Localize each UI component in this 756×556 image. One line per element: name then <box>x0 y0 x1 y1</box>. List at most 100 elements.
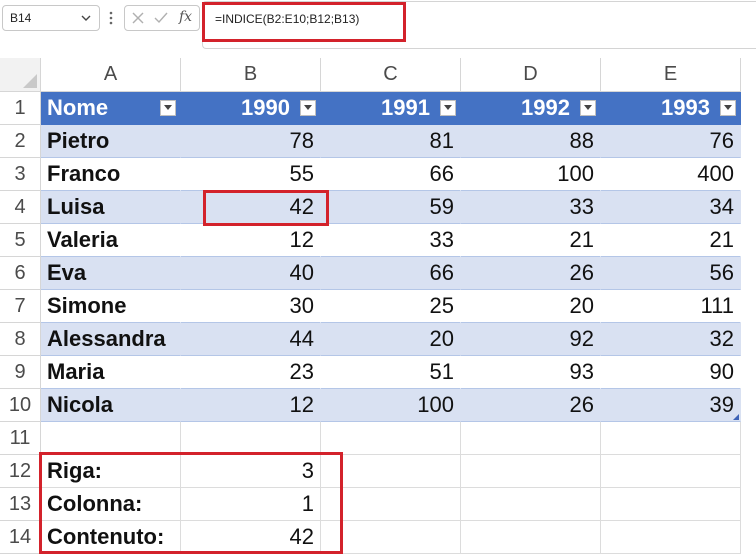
cell-b5[interactable]: 12 <box>181 224 321 257</box>
more-options-icon[interactable] <box>108 8 114 28</box>
cell-c12[interactable] <box>321 455 461 488</box>
cell-d9[interactable]: 93 <box>461 356 601 389</box>
row-header-10[interactable]: 10 <box>0 389 41 422</box>
filter-dropdown-icon[interactable] <box>160 100 176 116</box>
filter-dropdown-icon[interactable] <box>440 100 456 116</box>
cell-d6[interactable]: 26 <box>461 257 601 290</box>
cell-e3[interactable]: 400 <box>601 158 741 191</box>
cell-e12[interactable] <box>601 455 741 488</box>
cell-c13[interactable] <box>321 488 461 521</box>
cell-c7[interactable]: 25 <box>321 290 461 323</box>
cell-c9[interactable]: 51 <box>321 356 461 389</box>
cell-d7[interactable]: 20 <box>461 290 601 323</box>
row-header-2[interactable]: 2 <box>0 125 41 158</box>
cell-e7[interactable]: 111 <box>601 290 741 323</box>
cell-e5[interactable]: 21 <box>601 224 741 257</box>
cell-e13[interactable] <box>601 488 741 521</box>
cell-b4[interactable]: 42 <box>181 191 321 224</box>
column-header-c[interactable]: C <box>321 58 461 92</box>
table-header-cell[interactable]: 1993 <box>601 92 741 125</box>
table-header-cell[interactable]: Nome <box>41 92 181 125</box>
insert-function-icon[interactable]: fx <box>179 9 192 25</box>
cell-d13[interactable] <box>461 488 601 521</box>
cell-e6[interactable]: 56 <box>601 257 741 290</box>
table-resize-handle[interactable] <box>733 414 739 420</box>
cell-a7[interactable]: Simone <box>41 290 181 323</box>
cell-c3[interactable]: 66 <box>321 158 461 191</box>
table-header-cell[interactable]: 1992 <box>461 92 601 125</box>
enter-check-icon[interactable] <box>153 11 169 25</box>
row-header-5[interactable]: 5 <box>0 224 41 257</box>
cell-e10[interactable]: 39 <box>601 389 741 422</box>
column-header-e[interactable]: E <box>601 58 741 92</box>
cell-a8[interactable]: Alessandra <box>41 323 181 356</box>
cell-d14[interactable] <box>461 521 601 554</box>
cell-a14[interactable]: Contenuto: <box>41 521 181 554</box>
cell-a4[interactable]: Luisa <box>41 191 181 224</box>
row-header-12[interactable]: 12 <box>0 455 41 488</box>
name-box[interactable]: B14 <box>2 5 100 31</box>
cell-a9[interactable]: Maria <box>41 356 181 389</box>
column-header-b[interactable]: B <box>181 58 321 92</box>
cell-a2[interactable]: Pietro <box>41 125 181 158</box>
cell-a11[interactable] <box>41 422 181 455</box>
cell-a3[interactable]: Franco <box>41 158 181 191</box>
cell-d3[interactable]: 100 <box>461 158 601 191</box>
row-header-14[interactable]: 14 <box>0 521 41 554</box>
cell-c6[interactable]: 66 <box>321 257 461 290</box>
cell-d4[interactable]: 33 <box>461 191 601 224</box>
table-header-cell[interactable]: 1991 <box>321 92 461 125</box>
row-header-11[interactable]: 11 <box>0 422 41 455</box>
cell-e2[interactable]: 76 <box>601 125 741 158</box>
filter-dropdown-icon[interactable] <box>300 100 316 116</box>
column-header-d[interactable]: D <box>461 58 601 92</box>
cell-b14[interactable]: 42 <box>181 521 321 554</box>
cell-b2[interactable]: 78 <box>181 125 321 158</box>
cell-c11[interactable] <box>321 422 461 455</box>
formula-input[interactable]: =INDICE(B2:E10;B12;B13) <box>202 1 756 49</box>
row-header-8[interactable]: 8 <box>0 323 41 356</box>
cell-b7[interactable]: 30 <box>181 290 321 323</box>
select-all-corner[interactable] <box>0 58 41 92</box>
cell-c14[interactable] <box>321 521 461 554</box>
cell-b12[interactable]: 3 <box>181 455 321 488</box>
cell-a13[interactable]: Colonna: <box>41 488 181 521</box>
cell-a12[interactable]: Riga: <box>41 455 181 488</box>
cell-e8[interactable]: 32 <box>601 323 741 356</box>
row-header-3[interactable]: 3 <box>0 158 41 191</box>
cell-e11[interactable] <box>601 422 741 455</box>
cell-a10[interactable]: Nicola <box>41 389 181 422</box>
table-header-cell[interactable]: 1990 <box>181 92 321 125</box>
cell-c10[interactable]: 100 <box>321 389 461 422</box>
cell-d8[interactable]: 92 <box>461 323 601 356</box>
cell-d10[interactable]: 26 <box>461 389 601 422</box>
row-header-7[interactable]: 7 <box>0 290 41 323</box>
cell-c5[interactable]: 33 <box>321 224 461 257</box>
cell-b8[interactable]: 44 <box>181 323 321 356</box>
chevron-down-icon[interactable] <box>80 12 92 24</box>
filter-dropdown-icon[interactable] <box>720 100 736 116</box>
cell-a5[interactable]: Valeria <box>41 224 181 257</box>
cancel-icon[interactable] <box>131 11 145 25</box>
cell-b9[interactable]: 23 <box>181 356 321 389</box>
cell-b6[interactable]: 40 <box>181 257 321 290</box>
cell-b3[interactable]: 55 <box>181 158 321 191</box>
cell-d5[interactable]: 21 <box>461 224 601 257</box>
row-header-13[interactable]: 13 <box>0 488 41 521</box>
column-header-a[interactable]: A <box>41 58 181 92</box>
cell-e9[interactable]: 90 <box>601 356 741 389</box>
row-header-1[interactable]: 1 <box>0 92 41 125</box>
cell-b11[interactable] <box>181 422 321 455</box>
filter-dropdown-icon[interactable] <box>580 100 596 116</box>
cell-c8[interactable]: 20 <box>321 323 461 356</box>
cell-b13[interactable]: 1 <box>181 488 321 521</box>
cell-d2[interactable]: 88 <box>461 125 601 158</box>
cell-a6[interactable]: Eva <box>41 257 181 290</box>
row-header-4[interactable]: 4 <box>0 191 41 224</box>
cell-c4[interactable]: 59 <box>321 191 461 224</box>
cell-e14[interactable] <box>601 521 741 554</box>
row-header-6[interactable]: 6 <box>0 257 41 290</box>
cell-c2[interactable]: 81 <box>321 125 461 158</box>
cell-d11[interactable] <box>461 422 601 455</box>
cell-b10[interactable]: 12 <box>181 389 321 422</box>
